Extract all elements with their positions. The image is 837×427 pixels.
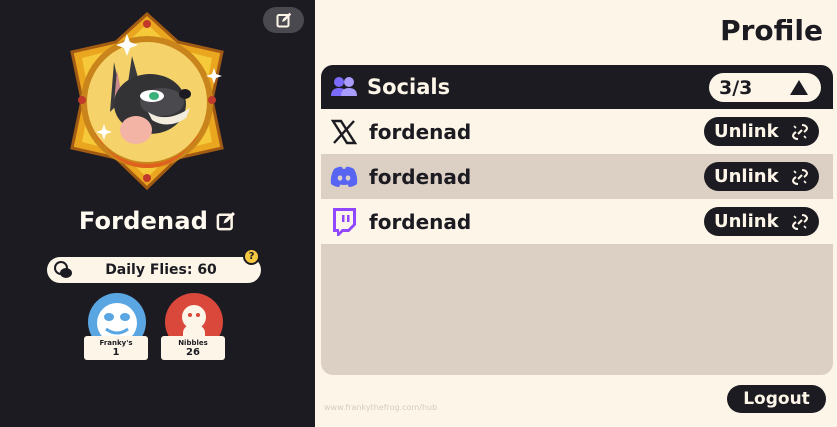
broken-link-icon	[791, 124, 809, 140]
logout-button[interactable]: Logout	[727, 385, 826, 413]
social-handle: fordenad	[369, 119, 472, 144]
help-icon[interactable]: ?	[243, 248, 260, 265]
username-row: Fordenad	[0, 207, 315, 235]
social-row-x: fordenad Unlink	[321, 109, 833, 154]
socials-count: 3/3	[719, 76, 753, 99]
edit-icon	[276, 12, 291, 28]
socials-title: Socials	[367, 75, 451, 99]
users-icon	[331, 77, 357, 96]
unlink-label: Unlink	[714, 211, 779, 232]
friend-name: Franky's	[99, 339, 133, 347]
footer-url[interactable]: www.frankythefrog.com/hub	[324, 403, 437, 412]
daily-flies-text: Daily Flies: 60	[105, 262, 217, 278]
socials-header[interactable]: Socials 3/3	[321, 65, 833, 109]
social-handle: fordenad	[369, 209, 472, 234]
social-row-twitch: fordenad Unlink	[321, 199, 833, 244]
social-row-discord: fordenad Unlink	[321, 154, 833, 199]
socials-count-pill[interactable]: 3/3	[709, 73, 821, 102]
friend-tag: Nibbles 26	[161, 336, 225, 360]
friend-value: 26	[186, 347, 200, 358]
profile-sidebar: Fordenad Daily Flies: 60 ? Franky's 1 Ni…	[0, 0, 315, 427]
broken-link-icon	[791, 214, 809, 230]
friend-card[interactable]: Franky's 1	[84, 293, 148, 361]
edit-username-icon[interactable]	[216, 211, 236, 231]
unlink-label: Unlink	[714, 121, 779, 142]
unlink-button[interactable]: Unlink	[704, 117, 819, 146]
friend-value: 1	[112, 347, 120, 358]
discord-logo-icon	[328, 161, 360, 193]
friend-name: Nibbles	[178, 339, 208, 347]
page-title: Profile	[720, 14, 823, 47]
twitch-logo-icon	[328, 206, 360, 238]
unlink-button[interactable]: Unlink	[704, 207, 819, 236]
username: Fordenad	[78, 207, 209, 235]
avatar-badge	[62, 11, 232, 191]
edit-profile-button[interactable]	[263, 7, 304, 33]
socials-section: Socials 3/3 fordenad Unlink fordenad Unl…	[321, 65, 833, 375]
broken-link-icon	[791, 169, 809, 185]
fly-icon	[54, 261, 72, 278]
x-logo-icon	[328, 116, 360, 148]
profile-panel: Profile Socials 3/3 fordenad Unlink ford…	[315, 0, 837, 427]
unlink-label: Unlink	[714, 166, 779, 187]
unlink-button[interactable]: Unlink	[704, 162, 819, 191]
friend-card[interactable]: Nibbles 26	[161, 293, 225, 361]
daily-flies-pill: Daily Flies: 60	[47, 257, 261, 283]
social-handle: fordenad	[369, 164, 472, 189]
collapse-icon	[790, 80, 808, 95]
friend-tag: Franky's 1	[84, 336, 148, 360]
